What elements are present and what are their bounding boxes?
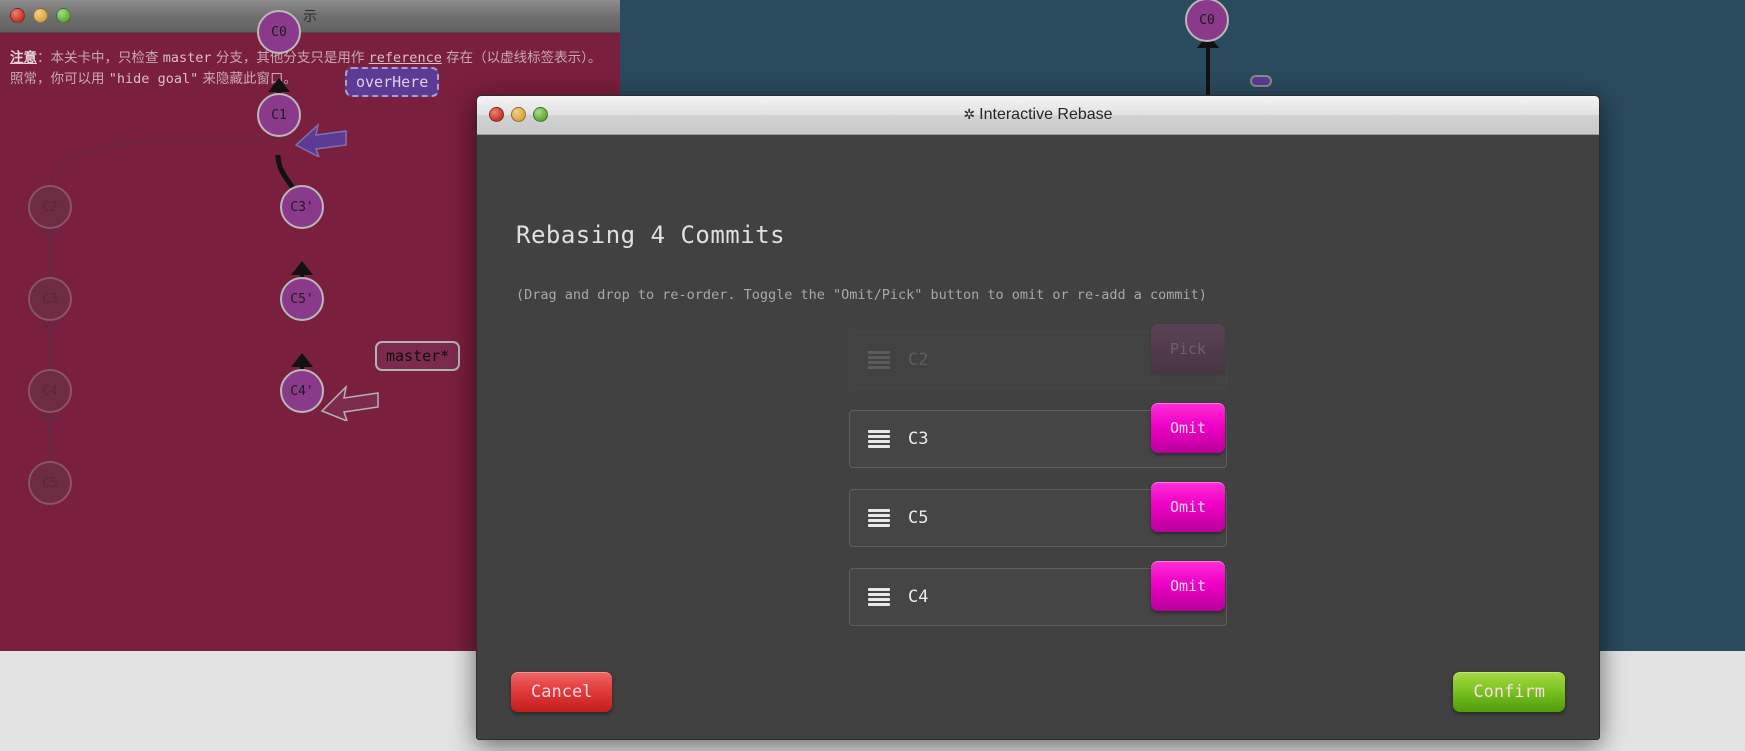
note-prefix: 注意 bbox=[10, 50, 37, 66]
commit-label: C4 bbox=[908, 587, 929, 607]
overhere-pointer-icon bbox=[294, 122, 347, 157]
gear-icon: ✲ bbox=[963, 106, 976, 122]
master-pointer-icon bbox=[320, 384, 379, 421]
commit-node-c0[interactable]: C0 bbox=[257, 10, 301, 54]
commit-node-c2[interactable]: C2 bbox=[28, 185, 72, 229]
omit-pick-toggle-button[interactable]: Omit bbox=[1151, 403, 1225, 453]
commit-node-c5[interactable]: C5 bbox=[28, 461, 72, 505]
note-mono-reference: reference bbox=[368, 50, 442, 66]
arrowhead-c1-c0 bbox=[268, 78, 290, 92]
commit-list: C2 Pick C3 Omit C5 Omit C4 Omit bbox=[849, 324, 1227, 647]
omit-pick-toggle-button[interactable]: Pick bbox=[1151, 324, 1225, 374]
rebase-heading: Rebasing 4 Commits bbox=[516, 221, 786, 249]
commit-node-c3[interactable]: C3 bbox=[28, 277, 72, 321]
interactive-rebase-modal: ✲ Interactive Rebase Rebasing 4 Commits (… bbox=[476, 95, 1600, 740]
modal-titlebar: ✲ Interactive Rebase bbox=[477, 96, 1599, 135]
omit-pick-toggle-button[interactable]: Omit bbox=[1151, 482, 1225, 532]
commit-row[interactable]: C4 Omit bbox=[849, 561, 1227, 626]
commit-node-c3-prime[interactable]: C3' bbox=[280, 185, 324, 229]
commit-node-c5-prime[interactable]: C5' bbox=[280, 277, 324, 321]
commit-label: C2 bbox=[908, 350, 929, 370]
modal-title: ✲ Interactive Rebase bbox=[477, 106, 1599, 124]
note-part1: 本关卡中，只检查 bbox=[50, 50, 163, 66]
branch-tag-master[interactable]: master* bbox=[375, 341, 461, 371]
commit-row[interactable]: C3 Omit bbox=[849, 403, 1227, 468]
modal-title-text: Interactive Rebase bbox=[979, 106, 1113, 123]
drag-handle-icon[interactable] bbox=[868, 588, 890, 606]
note-part2: 分支，其他分支只是用作 bbox=[211, 50, 369, 66]
commit-label: C5 bbox=[908, 508, 929, 528]
commit-row[interactable]: C2 Pick bbox=[849, 324, 1227, 389]
drag-handle-icon[interactable] bbox=[868, 509, 890, 527]
app-root: 示 注意：本关卡中，只检查 master 分支，其他分支只是用作 referen… bbox=[0, 0, 1745, 751]
goal-window-title: 示 bbox=[303, 8, 317, 24]
omit-pick-toggle-button[interactable]: Omit bbox=[1151, 561, 1225, 611]
drag-handle-icon[interactable] bbox=[868, 430, 890, 448]
goal-window-titlebar: 示 bbox=[0, 0, 620, 33]
branch-tag-overhere[interactable]: overHere bbox=[345, 67, 440, 97]
commit-node-c4[interactable]: C4 bbox=[28, 369, 72, 413]
goal-note-text: 注意：本关卡中，只检查 master 分支，其他分支只是用作 reference… bbox=[10, 48, 610, 90]
tree-branch-tag[interactable] bbox=[1250, 75, 1272, 87]
drag-handle-icon[interactable] bbox=[868, 351, 890, 369]
tree-commit-node-c0[interactable]: C0 bbox=[1185, 0, 1229, 42]
commit-row[interactable]: C5 Omit bbox=[849, 482, 1227, 547]
confirm-button[interactable]: Confirm bbox=[1453, 672, 1565, 712]
note-mono-hidegoal: "hide goal" bbox=[108, 71, 199, 87]
note-mono-master: master bbox=[162, 50, 212, 66]
modal-body: Rebasing 4 Commits (Drag and drop to re-… bbox=[477, 135, 1599, 739]
commit-label: C3 bbox=[908, 429, 929, 449]
cancel-button[interactable]: Cancel bbox=[511, 672, 613, 712]
arrowhead-c5prime-c3prime bbox=[291, 261, 313, 275]
note-colon: ： bbox=[37, 50, 51, 66]
rebase-subtitle: (Drag and drop to re-order. Toggle the "… bbox=[516, 287, 1207, 303]
arrowhead-c4prime-c5prime bbox=[291, 353, 313, 367]
